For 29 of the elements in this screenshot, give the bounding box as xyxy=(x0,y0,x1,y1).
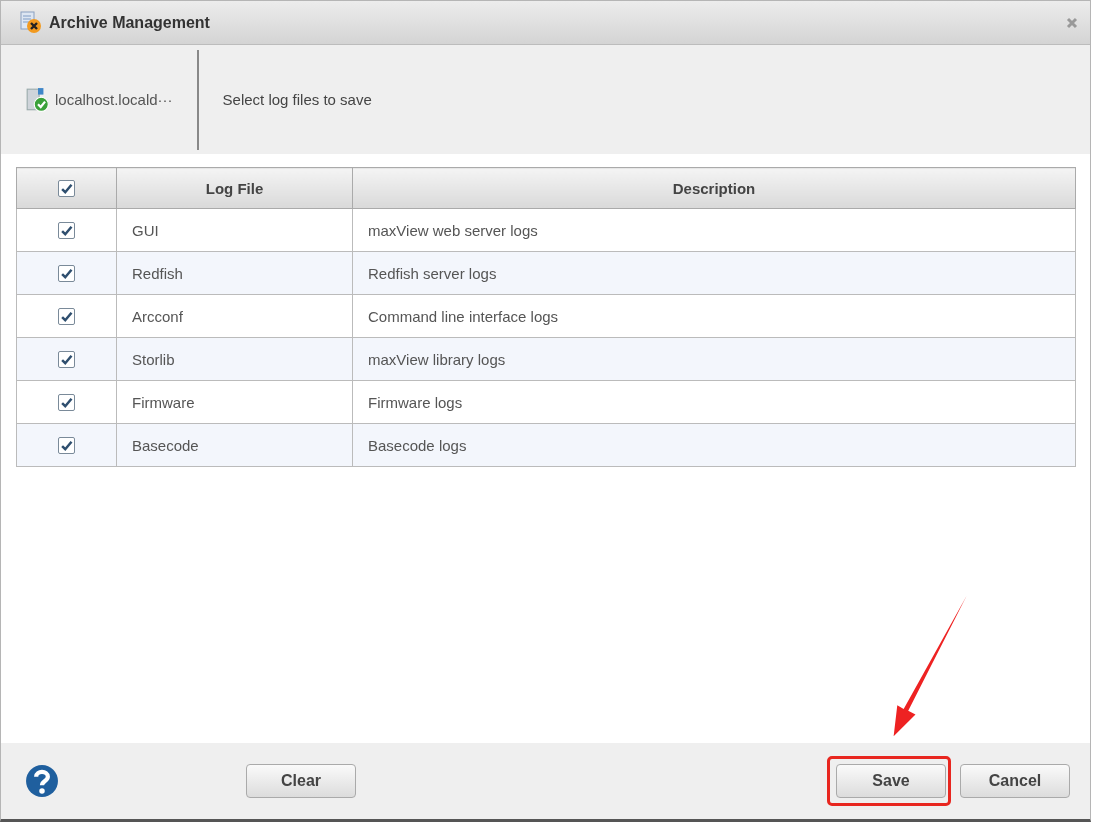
checkbox[interactable] xyxy=(58,180,75,198)
footer-button[interactable]: Cancel xyxy=(960,764,1070,798)
table-cell: maxView library logs xyxy=(368,350,506,368)
table-cell: Firmware logs xyxy=(368,393,463,411)
footer-button[interactable]: Clear xyxy=(246,764,356,798)
window-title: Archive Management xyxy=(49,13,211,32)
table-cell: Command line interface logs xyxy=(368,307,559,325)
checkbox[interactable] xyxy=(58,437,75,455)
instruction-text: Select log files to save xyxy=(222,91,372,108)
table-cell: Redfish server logs xyxy=(368,264,497,282)
table-cell: Redfish xyxy=(132,264,183,282)
checkbox[interactable] xyxy=(58,222,75,240)
checkbox[interactable] xyxy=(58,265,75,283)
help-icon[interactable] xyxy=(25,764,59,798)
column-header: Description xyxy=(672,179,756,197)
column-header: Log File xyxy=(205,179,264,197)
table-cell: Arcconf xyxy=(132,307,183,325)
table-cell: GUI xyxy=(132,221,159,239)
checkbox[interactable] xyxy=(58,308,75,326)
table-cell: Firmware xyxy=(132,393,195,411)
server-check-icon xyxy=(25,86,51,113)
table-cell: Basecode xyxy=(132,436,199,454)
host-name: localhost.locald··· xyxy=(55,91,173,108)
table-cell: Storlib xyxy=(132,350,175,368)
table-cell: Basecode logs xyxy=(368,436,467,454)
footer-button[interactable]: Save xyxy=(836,764,946,798)
checkbox[interactable] xyxy=(58,351,75,369)
table-cell: maxView web server logs xyxy=(368,221,538,239)
checkbox[interactable] xyxy=(58,394,75,412)
